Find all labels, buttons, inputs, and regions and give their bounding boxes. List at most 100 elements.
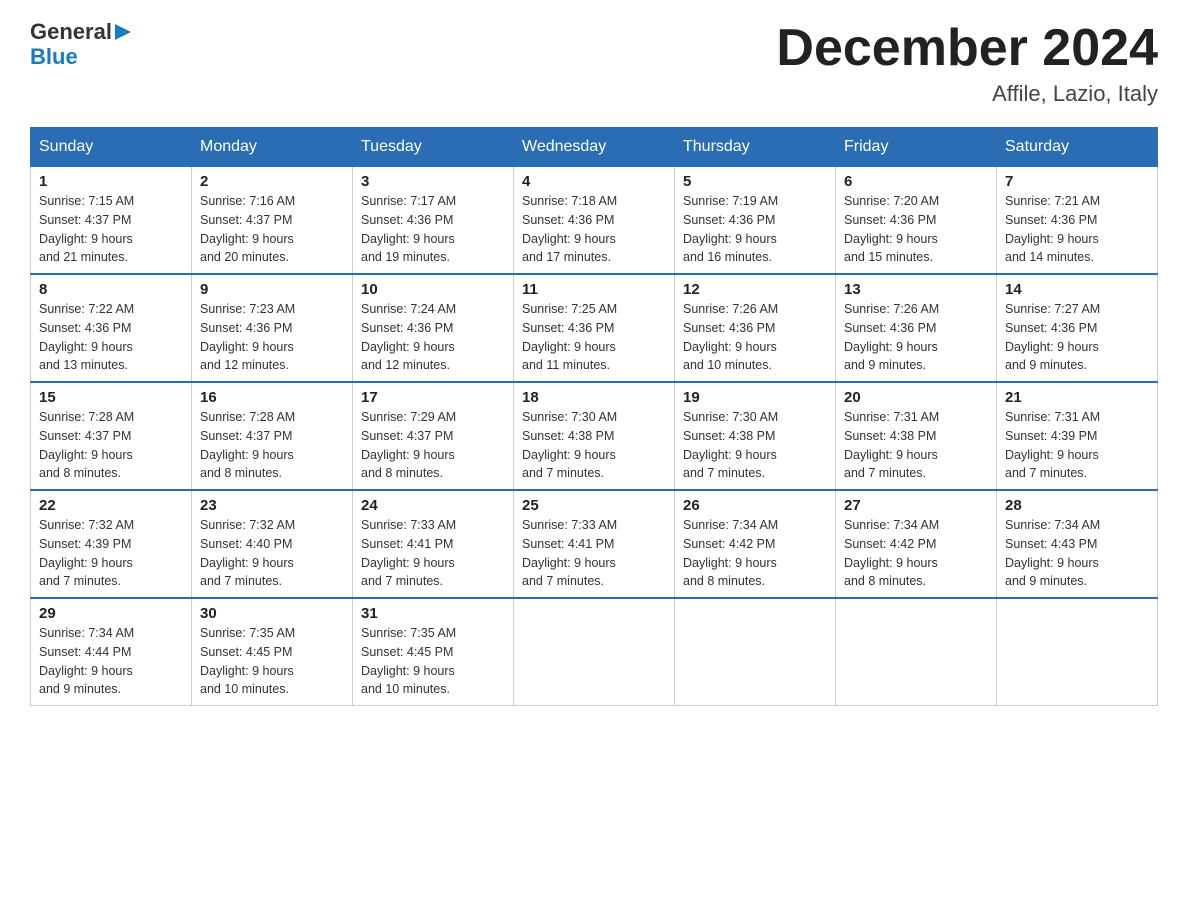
table-row: 31Sunrise: 7:35 AMSunset: 4:45 PMDayligh… [353, 598, 514, 706]
calendar-header-row: Sunday Monday Tuesday Wednesday Thursday… [31, 128, 1158, 167]
day-info: Sunrise: 7:35 AMSunset: 4:45 PMDaylight:… [361, 624, 505, 699]
logo: General Blue [30, 20, 135, 70]
day-info: Sunrise: 7:27 AMSunset: 4:36 PMDaylight:… [1005, 300, 1149, 375]
day-info: Sunrise: 7:33 AMSunset: 4:41 PMDaylight:… [522, 516, 666, 591]
day-number: 17 [361, 389, 505, 406]
table-row: 7 Sunrise: 7:21 AMSunset: 4:36 PMDaylight… [997, 167, 1158, 275]
header-monday: Monday [192, 128, 353, 167]
day-number: 13 [844, 281, 988, 298]
day-info: Sunrise: 7:18 AMSunset: 4:36 PMDaylight:… [522, 192, 666, 267]
logo-top: General [30, 20, 135, 44]
day-number: 22 [39, 497, 183, 514]
day-number: 21 [1005, 389, 1149, 406]
table-row: 22 Sunrise: 7:32 AMSunset: 4:39 PMDayligh… [31, 490, 192, 598]
day-number: 19 [683, 389, 827, 406]
table-row: 10Sunrise: 7:24 AMSunset: 4:36 PMDayligh… [353, 274, 514, 382]
day-number: 14 [1005, 281, 1149, 298]
calendar-week-row: 1Sunrise: 7:15 AMSunset: 4:37 PMDaylight… [31, 167, 1158, 275]
day-number: 23 [200, 497, 344, 514]
day-info: Sunrise: 7:25 AMSunset: 4:36 PMDaylight:… [522, 300, 666, 375]
day-info: Sunrise: 7:34 AMSunset: 4:44 PMDaylight:… [39, 624, 183, 699]
day-number: 3 [361, 173, 505, 190]
day-info: Sunrise: 7:29 AMSunset: 4:37 PMDaylight:… [361, 408, 505, 483]
header-tuesday: Tuesday [353, 128, 514, 167]
table-row: 12 Sunrise: 7:26 AMSunset: 4:36 PMDayligh… [675, 274, 836, 382]
day-info: Sunrise: 7:30 AMSunset: 4:38 PMDaylight:… [683, 408, 827, 483]
day-info: Sunrise: 7:34 AMSunset: 4:42 PMDaylight:… [683, 516, 827, 591]
table-row: 24 Sunrise: 7:33 AMSunset: 4:41 PMDayligh… [353, 490, 514, 598]
day-info: Sunrise: 7:21 AMSunset: 4:36 PMDaylight:… [1005, 192, 1149, 267]
day-number: 4 [522, 173, 666, 190]
page-header: General Blue December 2024 Affile, Lazio… [30, 20, 1158, 107]
table-row: 8 Sunrise: 7:22 AMSunset: 4:36 PMDaylight… [31, 274, 192, 382]
table-row: 1Sunrise: 7:15 AMSunset: 4:37 PMDaylight… [31, 167, 192, 275]
header-saturday: Saturday [997, 128, 1158, 167]
day-info: Sunrise: 7:34 AMSunset: 4:42 PMDaylight:… [844, 516, 988, 591]
day-number: 15 [39, 389, 183, 406]
day-number: 12 [683, 281, 827, 298]
calendar-week-row: 15 Sunrise: 7:28 AMSunset: 4:37 PMDayligh… [31, 382, 1158, 490]
day-info: Sunrise: 7:31 AMSunset: 4:38 PMDaylight:… [844, 408, 988, 483]
day-number: 30 [200, 605, 344, 622]
table-row: 29Sunrise: 7:34 AMSunset: 4:44 PMDayligh… [31, 598, 192, 706]
table-row: 27 Sunrise: 7:34 AMSunset: 4:42 PMDayligh… [836, 490, 997, 598]
day-number: 8 [39, 281, 183, 298]
logo-blue-text: Blue [30, 44, 78, 70]
day-number: 1 [39, 173, 183, 190]
table-row: 17 Sunrise: 7:29 AMSunset: 4:37 PMDayligh… [353, 382, 514, 490]
day-info: Sunrise: 7:17 AMSunset: 4:36 PMDaylight:… [361, 192, 505, 267]
table-row [514, 598, 675, 706]
day-number: 11 [522, 281, 666, 298]
table-row [997, 598, 1158, 706]
day-number: 5 [683, 173, 827, 190]
table-row: 30 Sunrise: 7:35 AMSunset: 4:45 PMDayligh… [192, 598, 353, 706]
location: Affile, Lazio, Italy [776, 81, 1158, 107]
calendar-week-row: 8 Sunrise: 7:22 AMSunset: 4:36 PMDaylight… [31, 274, 1158, 382]
table-row: 6Sunrise: 7:20 AMSunset: 4:36 PMDaylight… [836, 167, 997, 275]
calendar-week-row: 29Sunrise: 7:34 AMSunset: 4:44 PMDayligh… [31, 598, 1158, 706]
day-number: 2 [200, 173, 344, 190]
day-info: Sunrise: 7:26 AMSunset: 4:36 PMDaylight:… [844, 300, 988, 375]
day-info: Sunrise: 7:20 AMSunset: 4:36 PMDaylight:… [844, 192, 988, 267]
day-info: Sunrise: 7:22 AMSunset: 4:36 PMDaylight:… [39, 300, 183, 375]
day-info: Sunrise: 7:28 AMSunset: 4:37 PMDaylight:… [39, 408, 183, 483]
table-row: 14 Sunrise: 7:27 AMSunset: 4:36 PMDayligh… [997, 274, 1158, 382]
day-number: 7 [1005, 173, 1149, 190]
table-row: 28Sunrise: 7:34 AMSunset: 4:43 PMDayligh… [997, 490, 1158, 598]
day-number: 18 [522, 389, 666, 406]
table-row: 13 Sunrise: 7:26 AMSunset: 4:36 PMDayligh… [836, 274, 997, 382]
day-info: Sunrise: 7:32 AMSunset: 4:39 PMDaylight:… [39, 516, 183, 591]
table-row: 19 Sunrise: 7:30 AMSunset: 4:38 PMDayligh… [675, 382, 836, 490]
table-row: 9 Sunrise: 7:23 AMSunset: 4:36 PMDaylight… [192, 274, 353, 382]
day-number: 26 [683, 497, 827, 514]
table-row: 4 Sunrise: 7:18 AMSunset: 4:36 PMDaylight… [514, 167, 675, 275]
day-info: Sunrise: 7:33 AMSunset: 4:41 PMDaylight:… [361, 516, 505, 591]
table-row: 25Sunrise: 7:33 AMSunset: 4:41 PMDayligh… [514, 490, 675, 598]
table-row: 15 Sunrise: 7:28 AMSunset: 4:37 PMDayligh… [31, 382, 192, 490]
table-row: 21Sunrise: 7:31 AMSunset: 4:39 PMDayligh… [997, 382, 1158, 490]
header-thursday: Thursday [675, 128, 836, 167]
title-area: December 2024 Affile, Lazio, Italy [776, 20, 1158, 107]
logo-arrow-icon [115, 22, 135, 42]
day-number: 24 [361, 497, 505, 514]
header-sunday: Sunday [31, 128, 192, 167]
table-row: 2 Sunrise: 7:16 AMSunset: 4:37 PMDaylight… [192, 167, 353, 275]
table-row: 11 Sunrise: 7:25 AMSunset: 4:36 PMDayligh… [514, 274, 675, 382]
day-info: Sunrise: 7:16 AMSunset: 4:37 PMDaylight:… [200, 192, 344, 267]
day-info: Sunrise: 7:32 AMSunset: 4:40 PMDaylight:… [200, 516, 344, 591]
table-row [675, 598, 836, 706]
table-row: 26 Sunrise: 7:34 AMSunset: 4:42 PMDayligh… [675, 490, 836, 598]
day-number: 27 [844, 497, 988, 514]
table-row: 16Sunrise: 7:28 AMSunset: 4:37 PMDayligh… [192, 382, 353, 490]
day-number: 10 [361, 281, 505, 298]
calendar-table: Sunday Monday Tuesday Wednesday Thursday… [30, 127, 1158, 706]
day-info: Sunrise: 7:19 AMSunset: 4:36 PMDaylight:… [683, 192, 827, 267]
table-row: 5 Sunrise: 7:19 AMSunset: 4:36 PMDaylight… [675, 167, 836, 275]
day-info: Sunrise: 7:23 AMSunset: 4:36 PMDaylight:… [200, 300, 344, 375]
day-info: Sunrise: 7:35 AMSunset: 4:45 PMDaylight:… [200, 624, 344, 699]
day-info: Sunrise: 7:26 AMSunset: 4:36 PMDaylight:… [683, 300, 827, 375]
day-number: 9 [200, 281, 344, 298]
table-row: 20Sunrise: 7:31 AMSunset: 4:38 PMDayligh… [836, 382, 997, 490]
header-wednesday: Wednesday [514, 128, 675, 167]
day-info: Sunrise: 7:28 AMSunset: 4:37 PMDaylight:… [200, 408, 344, 483]
